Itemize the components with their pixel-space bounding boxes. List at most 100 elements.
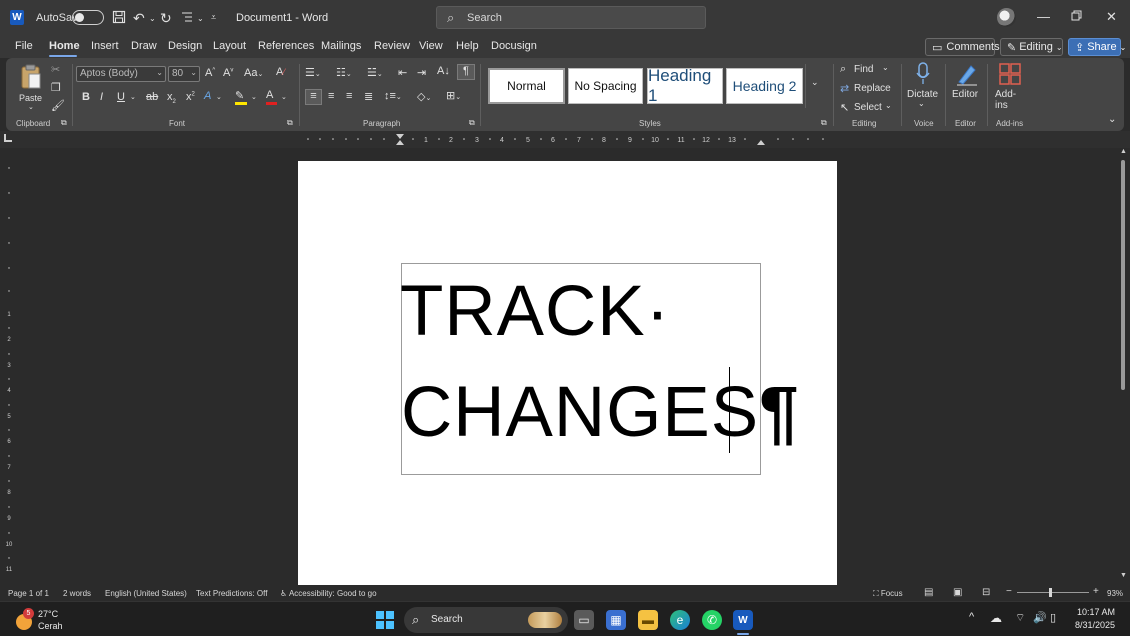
- tab-layout[interactable]: Layout: [213, 40, 246, 52]
- underline-button[interactable]: U: [117, 91, 125, 103]
- text-effects-icon[interactable]: A: [204, 90, 211, 102]
- taskbar-search[interactable]: ⌕ Search: [404, 607, 568, 633]
- subscript-icon[interactable]: x2: [167, 91, 176, 105]
- search-box[interactable]: ⌕ Search: [436, 6, 706, 29]
- clock-date[interactable]: 8/31/2025: [1075, 620, 1115, 630]
- zoom-level[interactable]: 93%: [1107, 589, 1123, 598]
- copy-icon[interactable]: ❐: [51, 81, 61, 94]
- edge-browser-icon[interactable]: e: [670, 610, 690, 630]
- profile-avatar[interactable]: [997, 8, 1016, 27]
- comments-button[interactable]: ▭ Comments: [925, 38, 1000, 56]
- whatsapp-icon[interactable]: ✆: [702, 610, 722, 630]
- italic-button[interactable]: I: [100, 91, 103, 103]
- tab-help[interactable]: Help: [456, 40, 479, 52]
- minimize-icon[interactable]: —: [1037, 9, 1050, 24]
- zoom-out-icon[interactable]: −: [1006, 586, 1012, 597]
- tab-file[interactable]: File: [15, 40, 33, 52]
- chevron-down-icon[interactable]: ⌄: [216, 93, 222, 101]
- focus-button[interactable]: ⛶ Focus: [873, 589, 903, 599]
- tab-design[interactable]: Design: [168, 40, 202, 52]
- scrollbar-thumb[interactable]: [1121, 160, 1125, 390]
- clock-time[interactable]: 10:17 AM: [1077, 607, 1115, 617]
- word-count[interactable]: 2 words: [63, 589, 91, 598]
- task-view-icon[interactable]: ▭: [574, 610, 594, 630]
- numbering-icon[interactable]: ☷⌄: [336, 66, 352, 79]
- dictate-button[interactable]: Dictate ⌄: [905, 62, 941, 114]
- style-no-spacing[interactable]: No Spacing: [568, 68, 643, 104]
- editor-button[interactable]: Editor: [950, 62, 984, 114]
- select-button[interactable]: ↖ Select ⌄: [840, 101, 896, 115]
- borders-icon[interactable]: ⊞⌄: [446, 89, 461, 102]
- cut-icon[interactable]: ✂: [51, 63, 60, 76]
- redo-icon[interactable]: ↻: [160, 10, 172, 27]
- scroll-up-icon[interactable]: ▲: [1120, 148, 1127, 155]
- editing-mode-button[interactable]: ✎ Editing ⌄: [1000, 38, 1063, 56]
- vertical-ruler[interactable]: 1 2 3 4 5 6 7 8 9 10 11: [4, 148, 14, 584]
- change-case-icon[interactable]: Aa⌄: [244, 67, 263, 79]
- accessibility-status[interactable]: ♿ Accessibility: Good to go: [280, 589, 377, 598]
- bullets-icon[interactable]: ☰⌄: [305, 66, 321, 79]
- style-heading-1[interactable]: Heading 1: [647, 66, 723, 105]
- document-line-2[interactable]: CHANGES¶: [401, 377, 800, 448]
- weather-widget[interactable]: 5 27°C Cerah: [14, 606, 74, 634]
- undo-dropdown-icon[interactable]: ⌄: [149, 14, 156, 23]
- decrease-indent-icon[interactable]: ⇤: [398, 66, 407, 79]
- print-layout-icon[interactable]: ▣: [953, 587, 962, 598]
- shading-icon[interactable]: ◇⌄: [417, 90, 431, 103]
- replace-button[interactable]: ⇄ Replace: [840, 82, 896, 96]
- dialog-launcher-icon[interactable]: ⧉: [821, 118, 827, 128]
- word-app-icon[interactable]: W: [10, 10, 24, 25]
- multilevel-list-icon[interactable]: ☱⌄: [367, 66, 383, 79]
- save-icon[interactable]: [112, 10, 126, 27]
- strikethrough-icon[interactable]: ab: [146, 91, 158, 103]
- align-right-icon[interactable]: ≡: [346, 90, 352, 102]
- document-line-1[interactable]: TRACK·: [400, 276, 670, 347]
- tab-mailings[interactable]: Mailings: [321, 40, 361, 52]
- list-dropdown-icon[interactable]: ⌄: [197, 14, 204, 23]
- chevron-down-icon[interactable]: ⌄: [251, 93, 257, 101]
- chevron-down-icon[interactable]: ⌄: [130, 93, 136, 101]
- style-normal[interactable]: Normal: [488, 68, 565, 104]
- superscript-icon[interactable]: x2: [186, 91, 195, 103]
- undo-icon[interactable]: ↶: [133, 10, 145, 27]
- tab-view[interactable]: View: [419, 40, 443, 52]
- styles-scroll[interactable]: ⌄: [805, 64, 823, 108]
- shrink-font-icon[interactable]: Av: [223, 67, 233, 79]
- tab-selector-icon[interactable]: [4, 134, 12, 142]
- customize-toolbar-icon[interactable]: ⩡: [211, 12, 216, 23]
- share-button[interactable]: ⇪ Share ⌄: [1068, 38, 1126, 56]
- align-left-icon[interactable]: ≡: [305, 89, 322, 105]
- windows-start-icon[interactable]: [375, 610, 395, 630]
- paste-button[interactable]: Paste ⌄: [16, 64, 44, 112]
- highlight-icon[interactable]: ✎: [235, 89, 247, 105]
- tab-review[interactable]: Review: [374, 40, 410, 52]
- vertical-scrollbar[interactable]: ▲ ▼: [1118, 148, 1128, 584]
- text-predictions-status[interactable]: Text Predictions: Off: [196, 589, 267, 598]
- volume-icon[interactable]: 🔊: [1033, 611, 1047, 624]
- list-format-icon[interactable]: [180, 10, 194, 27]
- horizontal-ruler[interactable]: 1234 5678 9 10 11 12 13: [298, 134, 838, 145]
- clear-formatting-icon[interactable]: A⁄: [276, 66, 285, 78]
- bold-button[interactable]: B: [82, 91, 90, 103]
- tab-draw[interactable]: Draw: [131, 40, 157, 52]
- tab-insert[interactable]: Insert: [91, 40, 119, 52]
- show-hidden-icons-icon[interactable]: ^: [969, 611, 974, 623]
- wifi-icon[interactable]: ⌔: [1015, 611, 1025, 625]
- font-name-box[interactable]: Aptos (Body) ⌄: [76, 66, 166, 82]
- zoom-in-icon[interactable]: +: [1093, 586, 1099, 597]
- grow-font-icon[interactable]: A^: [205, 67, 215, 79]
- dialog-launcher-icon[interactable]: ⧉: [287, 118, 293, 128]
- justify-icon[interactable]: ≣: [364, 90, 373, 103]
- align-center-icon[interactable]: ≡: [328, 90, 334, 102]
- close-icon[interactable]: ✕: [1106, 9, 1117, 25]
- word-taskbar-icon[interactable]: W: [733, 610, 753, 630]
- battery-icon[interactable]: ▯: [1050, 611, 1056, 624]
- format-painter-icon[interactable]: 🖌: [51, 99, 65, 112]
- tab-references[interactable]: References: [258, 40, 314, 52]
- zoom-slider[interactable]: [1017, 588, 1089, 597]
- increase-indent-icon[interactable]: ⇥: [417, 66, 426, 79]
- collapse-ribbon-icon[interactable]: ⌄: [1108, 114, 1116, 125]
- tab-home[interactable]: Home: [49, 40, 80, 52]
- line-spacing-icon[interactable]: ↕≡⌄: [384, 90, 402, 102]
- show-formatting-marks-icon[interactable]: ¶: [457, 64, 475, 80]
